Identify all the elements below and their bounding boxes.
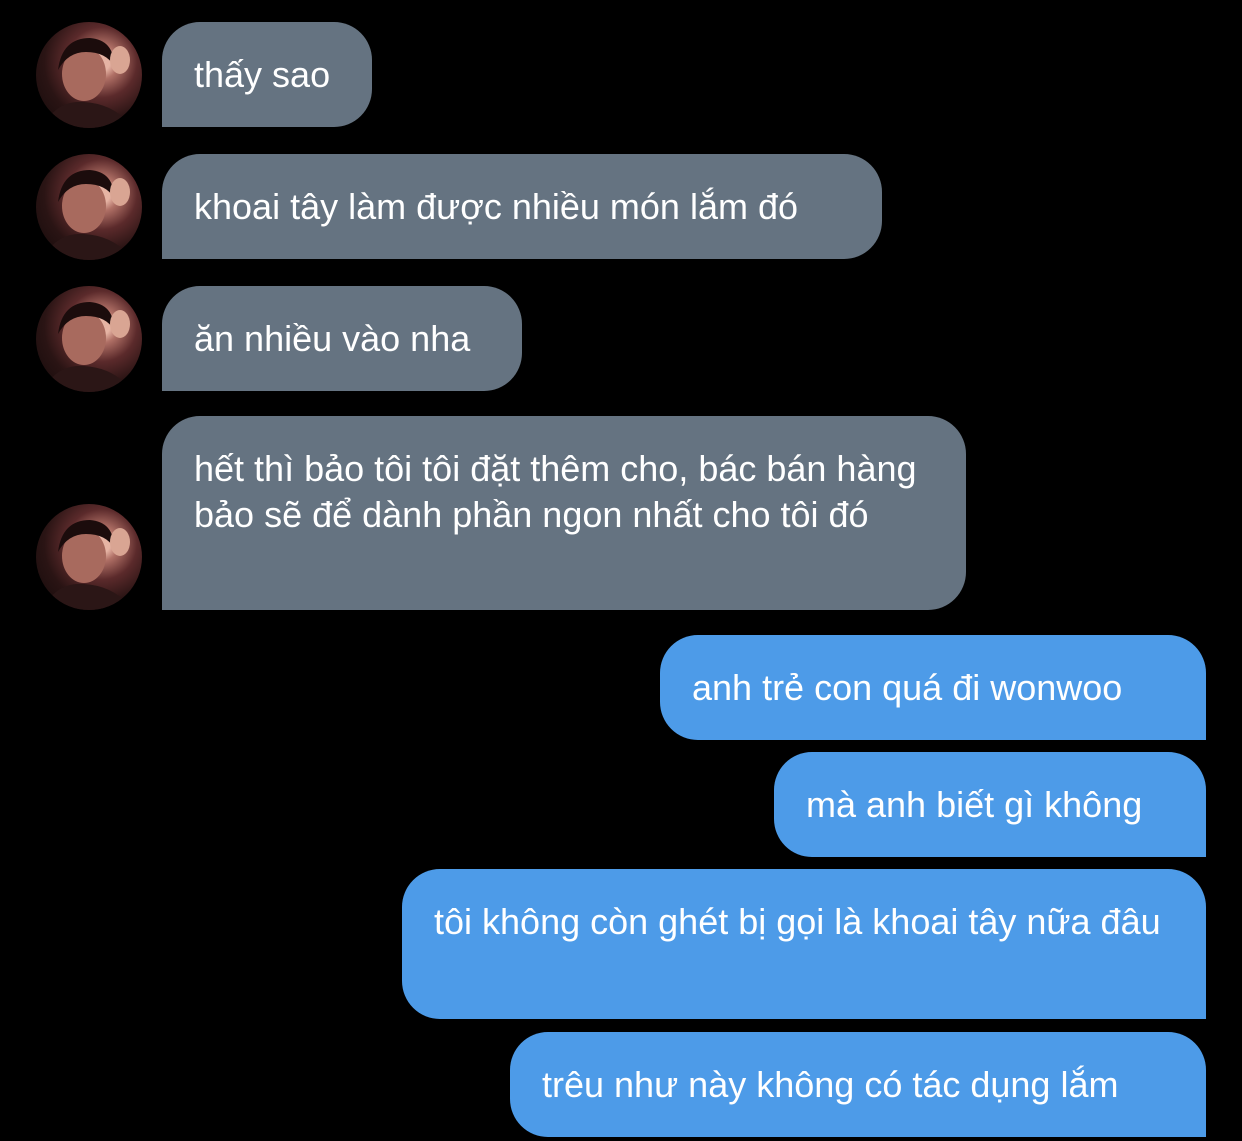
- incoming-message-bubble[interactable]: ăn nhiều vào nha: [162, 286, 522, 391]
- contact-avatar[interactable]: [36, 286, 142, 392]
- message-text: trêu như này không có tác dụng lắm: [542, 1063, 1119, 1105]
- outgoing-message-bubble[interactable]: mà anh biết gì không: [774, 752, 1206, 857]
- message-text: ăn nhiều vào nha: [194, 317, 471, 359]
- avatar-portrait-icon: [42, 38, 132, 128]
- incoming-message-bubble[interactable]: thấy sao: [162, 22, 372, 127]
- outgoing-message-bubble[interactable]: trêu như này không có tác dụng lắm: [510, 1032, 1206, 1137]
- message-text: thấy sao: [194, 53, 331, 95]
- incoming-message-bubble[interactable]: hết thì bảo tôi tôi đặt thêm cho, bác bá…: [162, 416, 966, 610]
- message-text: khoai tây làm được nhiều món lắm đó: [194, 185, 799, 227]
- message-text: anh trẻ con quá đi wonwoo: [692, 666, 1123, 708]
- avatar-portrait-icon: [42, 520, 132, 610]
- avatar-portrait-icon: [42, 170, 132, 260]
- message-text: mà anh biết gì không: [806, 783, 1143, 825]
- message-text: tôi không còn ghét bị gọi là khoai tây n…: [434, 901, 1161, 942]
- outgoing-message-bubble[interactable]: anh trẻ con quá đi wonwoo: [660, 635, 1206, 740]
- outgoing-message-bubble[interactable]: tôi không còn ghét bị gọi là khoai tây n…: [402, 869, 1206, 1019]
- incoming-message-bubble[interactable]: khoai tây làm được nhiều món lắm đó: [162, 154, 882, 259]
- message-text: hết thì bảo tôi tôi đặt thêm cho, bác bá…: [194, 448, 917, 535]
- contact-avatar[interactable]: [36, 154, 142, 260]
- contact-avatar[interactable]: [36, 504, 142, 610]
- contact-avatar[interactable]: [36, 22, 142, 128]
- avatar-portrait-icon: [42, 302, 132, 392]
